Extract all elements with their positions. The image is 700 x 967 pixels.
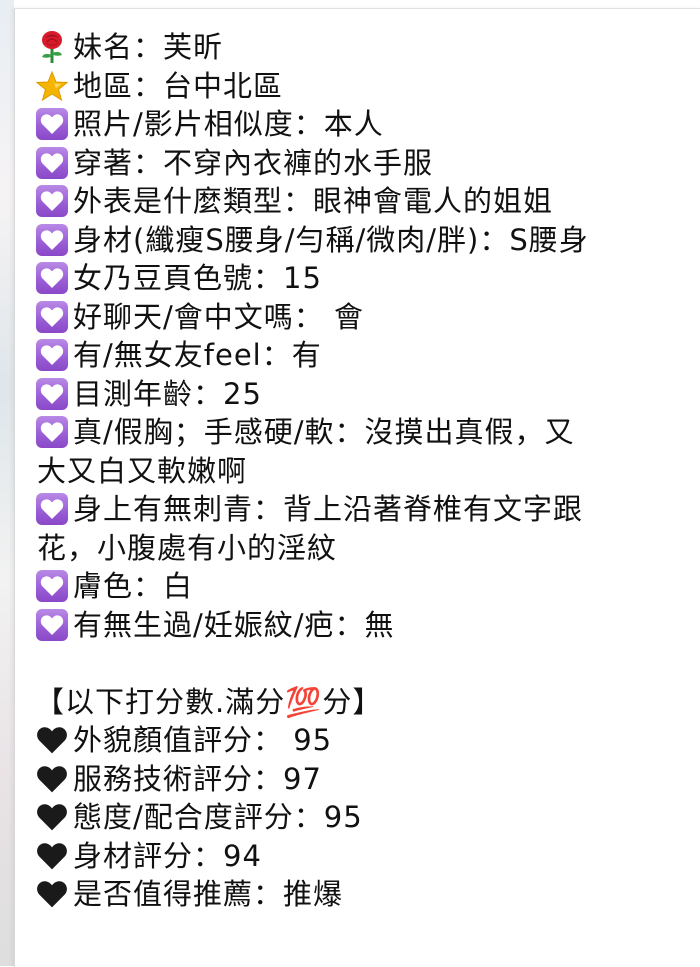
review-line-age: 目測年齡：25 (35, 375, 695, 414)
score-section-heading: 【以下打分數.滿分💯分】 (35, 683, 695, 722)
score-line-text: 身材評分：94 (73, 838, 262, 873)
review-card: 妹名：芙昕 地區：台中北區 照片/影片相似度：本人 穿著：不穿內衣褲的水手服 外… (14, 8, 700, 967)
score-line-text: 態度/配合度評分：95 (73, 800, 363, 835)
review-line-tattoo: 身上有無刺青：背上沿著脊椎有文字跟 (35, 490, 695, 529)
score-line-service: 服務技術評分：97 (35, 760, 695, 799)
review-line-chest-cont: 大又白又軟嫩啊 (35, 452, 695, 491)
score-line-text: 外貌顏值評分： 95 (73, 723, 333, 758)
purple-heart-icon (35, 493, 68, 526)
review-line-name: 妹名：芙昕 (35, 28, 695, 67)
purple-heart-icon (35, 262, 68, 295)
review-line-skin: 膚色：白 (35, 567, 695, 606)
review-line-history: 有無生過/妊娠紋/疤：無 (35, 606, 695, 645)
purple-heart-icon (35, 339, 68, 372)
review-line-appearance: 外表是什麼類型：眼神會電人的姐姐 (35, 182, 695, 221)
review-line-chat: 好聊天/會中文嗎： 會 (35, 298, 695, 337)
review-line-text: 女乃豆頁色號：15 (73, 261, 322, 296)
score-heading-text: 【以下打分數.滿分💯分】 (35, 684, 383, 719)
review-line-gf-feel: 有/無女友feel：有 (35, 336, 695, 375)
review-line-chest: 真/假胸；手感硬/軟：沒摸出真假，又 (35, 413, 695, 452)
review-line-text: 外表是什麼類型：眼神會電人的姐姐 (73, 184, 554, 219)
purple-heart-icon (35, 185, 68, 218)
purple-heart-icon (35, 416, 68, 449)
review-line-shade: 女乃豆頁色號：15 (35, 259, 695, 298)
rose-icon (35, 31, 68, 64)
star-icon (35, 69, 68, 102)
review-text: 妹名：芙昕 地區：台中北區 照片/影片相似度：本人 穿著：不穿內衣褲的水手服 外… (35, 28, 695, 914)
left-background-strip (0, 0, 14, 966)
review-line-text: 花，小腹處有小的淫紋 (37, 530, 338, 565)
purple-heart-icon (35, 608, 68, 641)
review-line-text: 真/假胸；手感硬/軟：沒摸出真假，又 (73, 415, 575, 450)
score-line-text: 服務技術評分：97 (73, 761, 322, 796)
score-line-text: 是否值得推薦：推爆 (73, 877, 344, 912)
review-line-outfit: 穿著：不穿內衣褲的水手服 (35, 144, 695, 183)
review-line-text: 膚色：白 (73, 569, 194, 604)
black-heart-icon (35, 724, 68, 757)
review-line-text: 好聊天/會中文嗎： 會 (73, 299, 364, 334)
purple-heart-icon (35, 223, 68, 256)
score-line-figure: 身材評分：94 (35, 837, 695, 876)
purple-heart-icon (35, 300, 68, 333)
black-heart-icon (35, 801, 68, 834)
review-line-area: 地區：台中北區 (35, 67, 695, 106)
score-line-looks: 外貌顏值評分： 95 (35, 721, 695, 760)
score-line-attitude: 態度/配合度評分：95 (35, 798, 695, 837)
review-line-text: 大又白又軟嫩啊 (37, 453, 248, 488)
review-line-text: 穿著：不穿內衣褲的水手服 (73, 145, 434, 180)
review-line-text: 有/無女友feel：有 (73, 338, 322, 373)
review-line-text: 目測年齡：25 (73, 376, 262, 411)
black-heart-icon (35, 762, 68, 795)
review-line-text: 有無生過/妊娠紋/疤：無 (73, 607, 395, 642)
purple-heart-icon (35, 108, 68, 141)
review-line-tattoo-cont: 花，小腹處有小的淫紋 (35, 529, 695, 568)
purple-heart-icon (35, 377, 68, 410)
review-line-figure: 身材(纖瘦S腰身/勻稱/微肉/胖)：S腰身 (35, 221, 695, 260)
review-line-text: 身上有無刺青：背上沿著脊椎有文字跟 (73, 492, 584, 527)
review-line-text: 地區：台中北區 (73, 68, 284, 103)
purple-heart-icon (35, 570, 68, 603)
score-line-recommend: 是否值得推薦：推爆 (35, 875, 695, 914)
review-line-photo: 照片/影片相似度：本人 (35, 105, 695, 144)
review-line-text: 身材(纖瘦S腰身/勻稱/微肉/胖)：S腰身 (73, 222, 589, 257)
review-line-text: 照片/影片相似度：本人 (73, 107, 384, 142)
purple-heart-icon (35, 146, 68, 179)
black-heart-icon (35, 839, 68, 872)
review-line-text: 妹名：芙昕 (73, 30, 224, 65)
black-heart-icon (35, 878, 68, 911)
